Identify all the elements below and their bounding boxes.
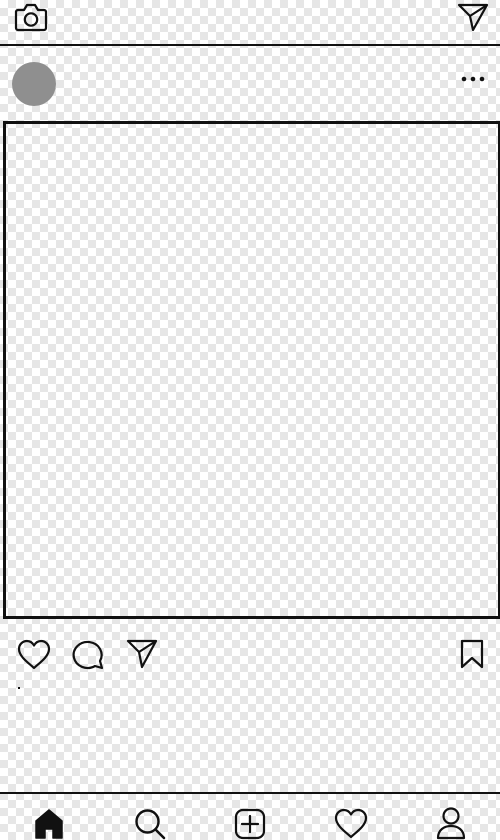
top-bar bbox=[0, 0, 500, 46]
caption-dot bbox=[18, 687, 20, 689]
camera-icon[interactable] bbox=[14, 2, 48, 32]
bookmark-icon[interactable] bbox=[459, 639, 485, 669]
avatar[interactable] bbox=[12, 62, 56, 106]
add-post-icon[interactable] bbox=[234, 808, 266, 840]
paper-plane-icon[interactable] bbox=[126, 638, 158, 670]
post-image-frame[interactable] bbox=[3, 121, 500, 619]
paper-plane-icon[interactable] bbox=[457, 2, 489, 32]
home-icon[interactable] bbox=[33, 808, 65, 840]
header-divider bbox=[0, 44, 500, 46]
profile-icon[interactable] bbox=[435, 806, 467, 840]
bottom-nav-divider bbox=[0, 792, 500, 794]
heart-icon[interactable] bbox=[334, 808, 368, 840]
search-icon[interactable] bbox=[134, 808, 166, 840]
comment-icon[interactable] bbox=[71, 639, 105, 671]
more-options-icon[interactable] bbox=[461, 75, 485, 83]
heart-icon[interactable] bbox=[17, 639, 51, 671]
